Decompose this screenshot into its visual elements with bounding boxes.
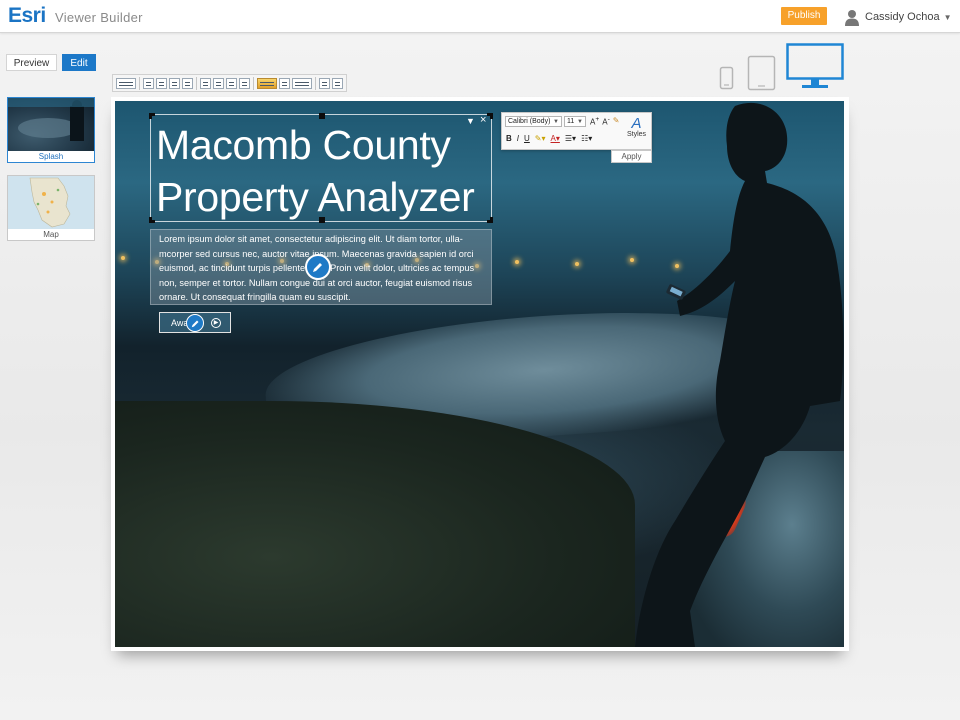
phone-icon[interactable] — [719, 66, 734, 90]
undo-button[interactable] — [319, 77, 330, 89]
toolbar-divider — [253, 76, 254, 90]
edit-button[interactable]: Edit — [62, 54, 96, 71]
font-family-select[interactable]: Calibri (Body) ▼ — [505, 116, 562, 127]
page-title[interactable]: Macomb County Property Analyzer — [156, 119, 496, 223]
link-button[interactable] — [279, 77, 290, 89]
arrow-right-icon: ▶ — [211, 318, 221, 328]
grass-foreground — [115, 401, 635, 647]
user-icon — [845, 9, 859, 26]
resize-handle[interactable] — [149, 113, 155, 119]
align-justify-button[interactable] — [182, 77, 193, 89]
font-color-icon[interactable]: A▾ — [551, 134, 560, 143]
edit-pencil-icon[interactable] — [186, 314, 204, 332]
edit-pencil-icon[interactable] — [305, 254, 331, 280]
page-thumb-label: Map — [43, 230, 59, 239]
app-header: Esri Viewer Builder Publish Cassidy Ocho… — [0, 0, 960, 33]
grow-font-icon[interactable]: A+ — [590, 116, 599, 127]
tablet-icon[interactable] — [747, 55, 776, 91]
highlight-icon[interactable]: ✎▾ — [535, 134, 546, 143]
align-left-button[interactable] — [143, 77, 154, 89]
toolbar-divider — [315, 76, 316, 90]
bold-icon[interactable]: B — [506, 134, 512, 143]
shrink-font-icon[interactable]: A- — [602, 116, 610, 127]
styles-icon: A — [631, 115, 642, 132]
indent-button[interactable] — [239, 77, 250, 89]
collapse-icon[interactable]: ▼ — [466, 116, 475, 126]
splash-thumbnail-image — [8, 98, 94, 151]
numbered-list-button[interactable] — [200, 77, 211, 89]
text-format-popup: Calibri (Body) ▼ 11 ▼ A+ A- ✎ B I U ✎▾ A… — [501, 112, 652, 150]
toolbar-divider — [196, 76, 197, 90]
outdent-button[interactable] — [226, 77, 237, 89]
page-thumb-splash[interactable]: Splash — [7, 97, 95, 163]
title-text-block[interactable]: Macomb County Property Analyzer — [149, 113, 493, 223]
esri-logo[interactable]: Esri — [8, 4, 46, 28]
numbered-list-icon[interactable]: ☷▾ — [581, 134, 592, 143]
mode-toggle: Preview Edit — [6, 54, 96, 71]
table-button[interactable] — [292, 77, 312, 89]
insert-image-button[interactable] — [116, 77, 136, 89]
bullet-list-button[interactable] — [213, 77, 224, 89]
app-name: Viewer Builder — [55, 10, 143, 25]
clear-format-icon[interactable]: ✎ — [613, 116, 620, 127]
toolbar-divider — [139, 76, 140, 90]
font-family-value: Calibri (Body) — [508, 118, 551, 125]
align-center-button[interactable] — [156, 77, 167, 89]
underline-icon[interactable]: U — [524, 134, 530, 143]
align-right-button[interactable] — [169, 77, 180, 89]
page-thumb-map[interactable]: Map — [7, 175, 95, 241]
font-size-value: 11 — [567, 118, 575, 125]
highlight-color-button[interactable] — [257, 77, 277, 89]
user-name: Cassidy Ochoa — [865, 11, 940, 23]
desktop-icon[interactable] — [786, 43, 844, 89]
styles-label: Styles — [627, 131, 647, 138]
apply-button[interactable]: Apply — [611, 150, 652, 163]
font-size-tools: A+ A- ✎ — [590, 116, 620, 127]
italic-icon[interactable]: I — [517, 134, 519, 143]
close-icon[interactable]: × — [480, 114, 486, 126]
preview-button[interactable]: Preview — [6, 54, 57, 71]
font-size-select[interactable]: 11 ▼ — [564, 116, 586, 127]
editor-toolbar — [112, 74, 347, 92]
title-line: Macomb County — [156, 122, 451, 168]
resize-handle[interactable] — [149, 217, 155, 223]
page-thumb-label: Splash — [38, 152, 64, 161]
map-thumbnail-image — [8, 176, 94, 229]
styles-button[interactable]: A Styles — [627, 116, 646, 138]
publish-button[interactable]: Publish — [781, 7, 827, 25]
user-menu[interactable]: Cassidy Ochoa ▼ — [845, 7, 952, 27]
chevron-down-icon: ▼ — [577, 119, 583, 125]
title-line: Property Analyzer — [156, 174, 475, 220]
person-silhouette — [635, 102, 844, 647]
bullet-list-icon[interactable]: ☰▾ — [565, 134, 576, 143]
chevron-down-icon: ▼ — [943, 12, 952, 22]
text-style-tools: B I U ✎▾ A▾ ☰▾ ☷▾ — [506, 134, 592, 143]
chevron-down-icon: ▼ — [553, 119, 559, 125]
redo-button[interactable] — [332, 77, 343, 89]
